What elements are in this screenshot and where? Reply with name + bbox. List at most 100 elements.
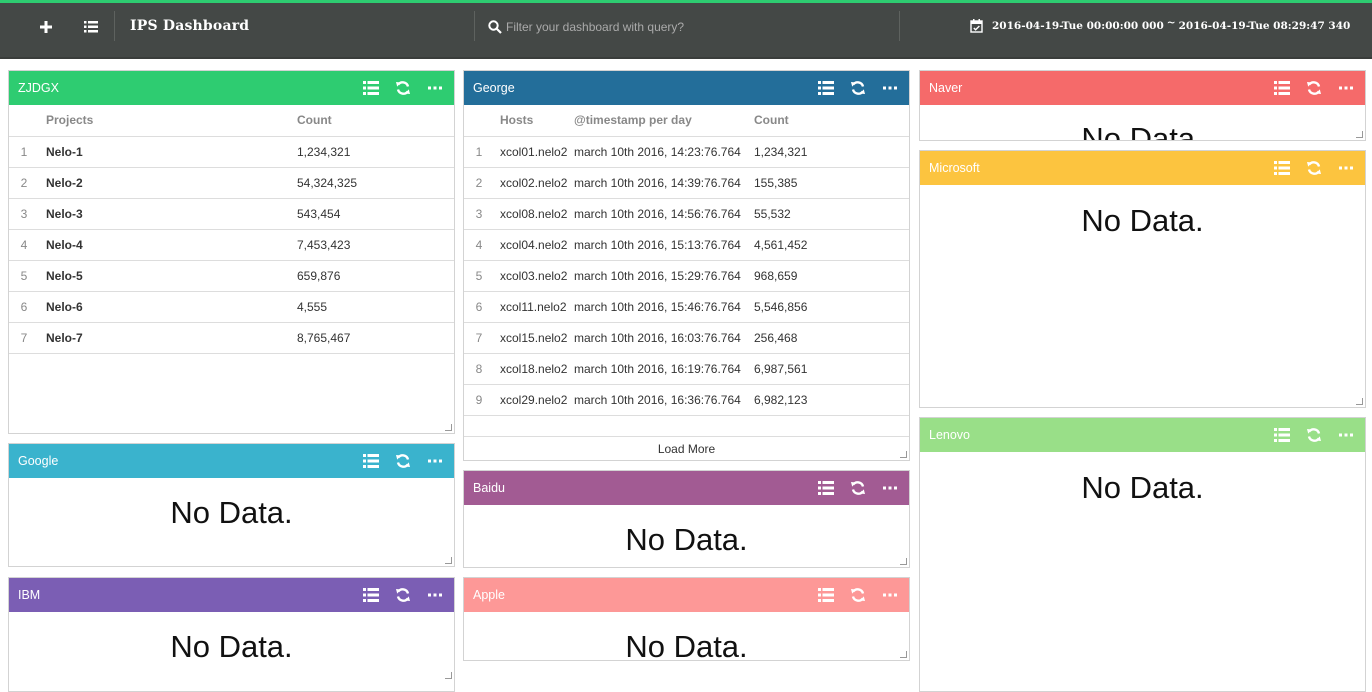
table-row[interactable]: 1 xcol01.nelo2 march 10th 2016, 14:23:76.7…	[464, 136, 909, 168]
timestamp: march 10th 2016, 15:46:76.764	[574, 291, 754, 323]
resize-handle[interactable]	[900, 558, 907, 565]
table-row[interactable]: 6 xcol11.nelo2 march 10th 2016, 15:46:76.7…	[464, 291, 909, 323]
project-count: 1,234,321	[297, 136, 454, 168]
project-name: Nelo-7	[39, 322, 297, 354]
resize-handle[interactable]	[1356, 398, 1363, 405]
table-row[interactable]: 7 Nelo-7 8,765,467	[9, 322, 454, 354]
refresh-button[interactable]	[394, 452, 412, 470]
refresh-button[interactable]	[849, 79, 867, 97]
table-row[interactable]: 2 Nelo-2 54,324,325	[9, 167, 454, 199]
panel-header: IBM	[9, 578, 454, 612]
more-options-button[interactable]	[881, 586, 899, 604]
no-data-message: No Data.	[170, 629, 293, 664]
resize-handle[interactable]	[1356, 131, 1363, 138]
host-count: 55,532	[754, 198, 909, 230]
table-row[interactable]: 3 xcol08.nelo2 march 10th 2016, 14:56:76.7…	[464, 198, 909, 230]
add-widget-button[interactable]	[36, 17, 56, 37]
panel-header: Baidu	[464, 471, 909, 505]
view-list-button[interactable]	[817, 586, 835, 604]
panel-header: Lenovo	[920, 418, 1365, 452]
project-name: Nelo-5	[39, 260, 297, 292]
more-options-button[interactable]	[426, 586, 444, 604]
panel-zjdgx: ZJDGX Projects Count 1 Nelo-1 1,234,321 2 Ne…	[8, 70, 455, 434]
table-row[interactable]: 7 xcol15.nelo2 march 10th 2016, 16:03:76.7…	[464, 322, 909, 354]
view-list-button[interactable]	[817, 479, 835, 497]
refresh-button[interactable]	[849, 479, 867, 497]
no-data-message: No Data.	[1081, 470, 1204, 505]
timestamp: march 10th 2016, 14:39:76.764	[574, 167, 754, 199]
query-input[interactable]	[506, 20, 886, 34]
resize-handle[interactable]	[900, 651, 907, 658]
column-header-hosts: Hosts	[494, 105, 574, 137]
view-list-button[interactable]	[362, 79, 380, 97]
view-list-button[interactable]	[1273, 159, 1291, 177]
table-row[interactable]: 1 Nelo-1 1,234,321	[9, 136, 454, 168]
list-menu-button[interactable]	[81, 17, 101, 37]
refresh-button[interactable]	[849, 586, 867, 604]
host-name: xcol03.nelo2	[494, 260, 574, 292]
column-header-count: Count	[754, 105, 909, 137]
panel-title: Baidu	[473, 481, 505, 495]
view-list-button[interactable]	[1273, 426, 1291, 444]
resize-handle[interactable]	[900, 451, 907, 458]
panel-header: ZJDGX	[9, 71, 454, 105]
row-index: 5	[464, 260, 494, 292]
list-icon	[818, 588, 834, 602]
project-count: 659,876	[297, 260, 454, 292]
more-options-button[interactable]	[881, 479, 899, 497]
resize-handle[interactable]	[445, 672, 452, 679]
table-row[interactable]: 9 xcol29.nelo2 march 10th 2016, 16:36:76.7…	[464, 384, 909, 416]
project-name: Nelo-3	[39, 198, 297, 230]
refresh-button[interactable]	[1305, 79, 1323, 97]
plus-icon	[40, 21, 52, 33]
more-options-button[interactable]	[1337, 79, 1355, 97]
resize-handle[interactable]	[445, 557, 452, 564]
table-row[interactable]: 4 Nelo-4 7,453,423	[9, 229, 454, 261]
panel-title: Naver	[929, 81, 963, 95]
load-more-button[interactable]: Load More	[464, 436, 909, 460]
view-list-button[interactable]	[362, 452, 380, 470]
row-index: 8	[464, 353, 494, 385]
more-options-button[interactable]	[426, 79, 444, 97]
calendar-icon	[970, 19, 983, 33]
panel-baidu: Baidu No Data.	[463, 470, 910, 568]
more-options-button[interactable]	[426, 452, 444, 470]
host-count: 5,546,856	[754, 291, 909, 323]
table-row[interactable]: 3 Nelo-3 543,454	[9, 198, 454, 230]
refresh-icon	[851, 81, 865, 95]
panel-header: Google	[9, 444, 454, 478]
view-list-button[interactable]	[817, 79, 835, 97]
no-data-message: No Data.	[625, 629, 748, 664]
table-row[interactable]: 4 xcol04.nelo2 march 10th 2016, 15:13:76.7…	[464, 229, 909, 261]
table-row[interactable]: 6 Nelo-6 4,555	[9, 291, 454, 323]
refresh-button[interactable]	[1305, 426, 1323, 444]
panel-title: ZJDGX	[18, 81, 59, 95]
host-count: 6,982,123	[754, 384, 909, 416]
resize-handle[interactable]	[445, 424, 452, 431]
view-list-button[interactable]	[362, 586, 380, 604]
panel-title: George	[473, 81, 515, 95]
table-row[interactable]: 2 xcol02.nelo2 march 10th 2016, 14:39:76.7…	[464, 167, 909, 199]
refresh-button[interactable]	[1305, 159, 1323, 177]
column-header-index	[464, 105, 494, 137]
list-icon	[1274, 81, 1290, 95]
refresh-button[interactable]	[394, 586, 412, 604]
no-data-message: No Data.	[170, 495, 293, 530]
more-icon	[428, 459, 442, 463]
table-row[interactable]: 5 xcol03.nelo2 march 10th 2016, 15:29:76.7…	[464, 260, 909, 292]
table-row[interactable]: 5 Nelo-5 659,876	[9, 260, 454, 292]
timestamp: march 10th 2016, 16:36:76.764	[574, 384, 754, 416]
table-row[interactable]: 8 xcol18.nelo2 march 10th 2016, 16:19:76.7…	[464, 353, 909, 385]
refresh-icon	[1307, 81, 1321, 95]
panel-title: Apple	[473, 588, 505, 602]
more-options-button[interactable]	[881, 79, 899, 97]
list-icon	[363, 81, 379, 95]
row-index: 2	[464, 167, 494, 199]
more-icon	[883, 593, 897, 597]
date-range-picker[interactable]: 2016-04-19-Tue 00:00:00 000 ~ 2016-04-19…	[970, 17, 1350, 33]
host-name: xcol15.nelo2	[494, 322, 574, 354]
more-options-button[interactable]	[1337, 159, 1355, 177]
view-list-button[interactable]	[1273, 79, 1291, 97]
refresh-button[interactable]	[394, 79, 412, 97]
more-options-button[interactable]	[1337, 426, 1355, 444]
